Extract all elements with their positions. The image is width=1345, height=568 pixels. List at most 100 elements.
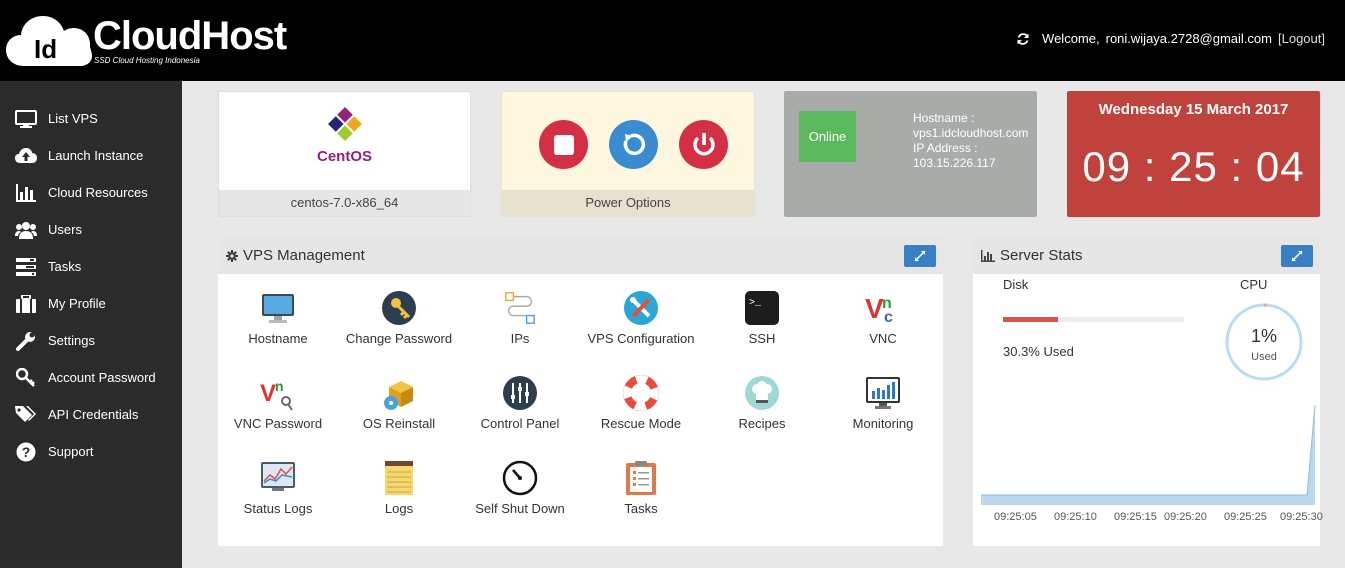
power-off-button[interactable] <box>679 120 728 169</box>
question-icon: ? <box>14 442 38 462</box>
disk-label: Disk <box>1003 277 1029 292</box>
line-chart-icon <box>260 460 296 496</box>
sidebar-item-my-profile[interactable]: My Profile <box>0 285 182 322</box>
tile-vnc-password[interactable]: Vn VNC Password <box>218 375 338 445</box>
tile-os-reinstall[interactable]: OS Reinstall <box>339 375 459 445</box>
tile-label: Hostname <box>248 331 308 346</box>
tile-label: Tasks <box>624 501 658 516</box>
sidebar-item-label: Settings <box>48 333 95 348</box>
users-icon <box>14 220 38 240</box>
panel-title: VPS Management <box>243 247 365 264</box>
tile-ssh[interactable]: >_ SSH <box>702 290 822 360</box>
tile-label: Self Shut Down <box>475 501 565 516</box>
bar-chart-icon <box>14 183 38 203</box>
tile-vnc[interactable]: Vnc VNC <box>823 290 943 360</box>
tile-label: Control Panel <box>480 416 560 431</box>
status-card: Online Hostname : vps1.idcloudhost.com I… <box>784 91 1037 217</box>
tile-control-panel[interactable]: Control Panel <box>460 375 580 445</box>
centos-logo-icon <box>328 107 362 141</box>
chart-time-tick: 09:25:30 <box>1280 511 1323 523</box>
tile-status-logs[interactable]: Status Logs <box>218 460 338 530</box>
disk-usage-bar <box>1003 317 1184 322</box>
tile-label: Status Logs <box>243 501 313 516</box>
cloud-upload-icon <box>14 146 38 166</box>
tile-tasks[interactable]: Tasks <box>581 460 701 530</box>
cpu-used-label: Used <box>1251 351 1277 363</box>
disk-used-text: 30.3% Used <box>1003 344 1074 359</box>
chart-area <box>981 405 1315 505</box>
panel-title: Server Stats <box>1000 247 1083 264</box>
notepad-icon <box>381 460 417 496</box>
tile-vps-configuration[interactable]: VPS Configuration <box>581 290 701 360</box>
clock-card: Wednesday 15 March 2017 09 : 25 : 04 <box>1067 91 1320 217</box>
key-icon <box>14 367 38 388</box>
brand-name: CloudHost <box>93 14 287 58</box>
sidebar-item-tasks[interactable]: Tasks <box>0 248 182 285</box>
logout-link[interactable]: [Logout] <box>1278 31 1325 46</box>
tile-recipes[interactable]: Recipes <box>702 375 822 445</box>
sidebar-item-launch-instance[interactable]: Launch Instance <box>0 137 182 174</box>
network-icon <box>502 290 538 326</box>
chart-time-tick: 09:25:20 <box>1164 511 1207 523</box>
server-stats-panel: Server Stats Disk 30.3% Used CPU 1% Used… <box>973 237 1323 546</box>
briefcase-icon <box>14 294 38 314</box>
monitor-icon <box>260 290 296 326</box>
key-badge-icon <box>381 290 417 326</box>
tile-label: SSH <box>748 331 776 346</box>
sidebar-item-users[interactable]: Users <box>0 211 182 248</box>
sidebar-item-label: API Credentials <box>48 407 139 422</box>
lifebuoy-icon <box>623 375 659 411</box>
panel-header: Server Stats <box>973 237 1320 274</box>
vnc-key-icon: Vn <box>260 375 296 411</box>
sidebar-item-label: Launch Instance <box>48 148 144 163</box>
tile-change-password[interactable]: Change Password <box>339 290 459 360</box>
expand-button[interactable] <box>904 245 936 267</box>
welcome-text: Welcome, <box>1042 31 1100 46</box>
brand-logo[interactable]: Id CloudHost SSD Cloud Hosting Indonesia <box>6 10 306 72</box>
chart-time-tick: 09:25:10 <box>1054 511 1097 523</box>
clock-date: Wednesday 15 March 2017 <box>1098 101 1289 118</box>
sidebar-item-label: My Profile <box>48 296 106 311</box>
tile-ips[interactable]: IPs <box>460 290 580 360</box>
cpu-value: 1% <box>1250 326 1277 346</box>
ip-label: IP Address : <box>913 141 978 155</box>
tile-logs[interactable]: Logs <box>339 460 459 530</box>
sidebar-item-account-password[interactable]: Account Password <box>0 359 182 396</box>
disk-usage-fill <box>1003 317 1058 322</box>
tile-label: Rescue Mode <box>600 416 682 431</box>
restart-button[interactable] <box>609 120 658 169</box>
sidebar-item-support[interactable]: ? Support <box>0 433 182 470</box>
refresh-icon[interactable] <box>1016 32 1030 46</box>
host-info: Hostname : vps1.idcloudhost.com IP Addre… <box>913 111 1028 171</box>
sidebar-item-list-vps[interactable]: List VPS <box>0 100 182 137</box>
tile-label: Logs <box>384 501 414 516</box>
svg-text:c: c <box>884 309 893 326</box>
tile-rescue-mode[interactable]: Rescue Mode <box>581 375 701 445</box>
cpu-history-chart <box>981 404 1316 505</box>
tile-label: Recipes <box>738 416 786 431</box>
stop-button[interactable] <box>539 120 588 169</box>
tile-label: IPs <box>510 331 530 346</box>
brand-tagline: SSD Cloud Hosting Indonesia <box>94 56 200 65</box>
sidebar-item-label: Support <box>48 444 94 459</box>
tile-monitoring[interactable]: Monitoring <box>823 375 943 445</box>
chart-time-tick: 09:25:15 <box>1114 511 1157 523</box>
sidebar-item-cloud-resources[interactable]: Cloud Resources <box>0 174 182 211</box>
sidebar-item-label: Cloud Resources <box>48 185 148 200</box>
power-options-label: Power Options <box>502 190 754 216</box>
chef-hat-icon <box>744 375 780 411</box>
brand-badge: Id <box>34 34 57 64</box>
sidebar-item-api-credentials[interactable]: API Credentials <box>0 396 182 433</box>
expand-button[interactable] <box>1281 245 1313 267</box>
monitoring-icon <box>865 375 901 411</box>
cpu-label: CPU <box>1240 277 1268 292</box>
tile-self-shut-down[interactable]: Self Shut Down <box>460 460 580 530</box>
chart-time-tick: 09:25:25 <box>1224 511 1267 523</box>
sidebar-item-settings[interactable]: Settings <box>0 322 182 359</box>
clock-time: 09 : 25 : 04 <box>1082 143 1305 190</box>
sidebar-item-label: Tasks <box>48 259 82 274</box>
tile-hostname[interactable]: Hostname <box>218 290 338 360</box>
clipboard-icon <box>623 460 659 496</box>
svg-text:?: ? <box>22 444 31 460</box>
panel-header: VPS Management <box>218 237 943 274</box>
